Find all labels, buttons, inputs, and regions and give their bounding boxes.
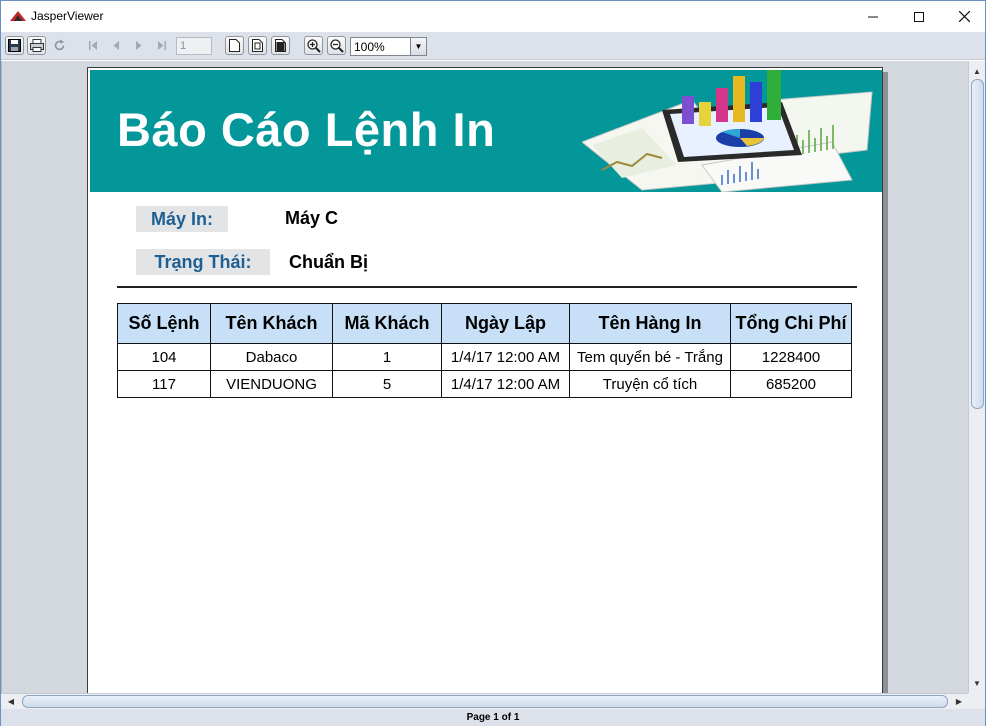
section-divider xyxy=(117,286,857,288)
maximize-icon xyxy=(914,11,924,22)
column-header: Mã Khách xyxy=(332,303,442,344)
scroll-up-icon[interactable]: ▲ xyxy=(969,63,985,79)
scroll-corner xyxy=(968,693,985,709)
page-number-input[interactable]: 1 xyxy=(176,37,212,55)
minimize-button[interactable] xyxy=(850,1,896,32)
window-title: JasperViewer xyxy=(31,9,104,23)
scroll-down-icon[interactable]: ▼ xyxy=(969,675,985,691)
horizontal-scroll-thumb[interactable] xyxy=(22,695,948,708)
print-button[interactable] xyxy=(27,36,46,55)
fit-page-button[interactable] xyxy=(248,36,267,55)
zoom-value: 100% xyxy=(354,40,385,54)
minimize-icon xyxy=(868,16,878,17)
close-button[interactable] xyxy=(941,1,986,32)
table-cell: Truyện cổ tích xyxy=(569,370,731,398)
page-status: Page 1 of 1 xyxy=(466,712,520,723)
charts-illustration xyxy=(582,70,873,192)
column-header: Tên Hàng In xyxy=(569,303,731,344)
page-icon xyxy=(229,39,240,52)
fit-page-icon xyxy=(251,39,263,52)
table-cell: Tem quyển bé - Trắng xyxy=(569,343,731,371)
first-page-icon xyxy=(89,41,97,50)
table-cell: 5 xyxy=(332,370,442,398)
save-icon xyxy=(8,39,21,52)
status-label: Trạng Thái: xyxy=(136,249,270,275)
table-cell: 1/4/17 12:00 AM xyxy=(441,343,570,371)
column-header: Ngày Lập xyxy=(441,303,570,344)
table-row: 104 Dabaco 1 1/4/17 12:00 AM Tem quyển b… xyxy=(117,343,852,371)
printer-icon xyxy=(29,39,44,52)
column-header: Tên Khách xyxy=(210,303,333,344)
report-page: Báo Cáo Lệnh In Máy In: Máy C Trạng Thái… xyxy=(87,67,883,693)
printer-value: Máy C xyxy=(285,208,339,228)
orders-table: Số Lệnh Tên Khách Mã Khách Ngày Lập Tên … xyxy=(117,303,852,398)
reload-button[interactable] xyxy=(50,36,69,55)
column-header: Tổng Chi Phí xyxy=(730,303,852,344)
close-icon xyxy=(958,11,970,22)
fit-width-button[interactable] xyxy=(271,36,290,55)
viewer-toolbar: 1 100% ▼ xyxy=(1,32,985,60)
table-row: 117 VIENDUONG 5 1/4/17 12:00 AM Truyện c… xyxy=(117,370,852,398)
table-cell: 1228400 xyxy=(730,343,852,371)
next-page-button[interactable] xyxy=(129,36,148,55)
table-cell: Dabaco xyxy=(210,343,333,371)
last-page-button[interactable] xyxy=(152,36,171,55)
report-viewport[interactable]: Báo Cáo Lệnh In Máy In: Máy C Trạng Thái… xyxy=(1,61,969,693)
actual-size-button[interactable] xyxy=(225,36,244,55)
horizontal-scrollbar[interactable]: ◀ ▶ xyxy=(1,693,985,709)
previous-page-button[interactable] xyxy=(107,36,126,55)
table-cell: 1/4/17 12:00 AM xyxy=(441,370,570,398)
report-title: Báo Cáo Lệnh In xyxy=(117,103,496,156)
title-bar: JasperViewer xyxy=(1,1,985,32)
table-cell: VIENDUONG xyxy=(210,370,333,398)
previous-page-icon xyxy=(113,41,119,50)
jasper-logo-icon xyxy=(10,11,26,21)
chevron-down-icon[interactable]: ▼ xyxy=(410,38,426,55)
zoom-out-icon xyxy=(329,38,344,53)
maximize-button[interactable] xyxy=(896,1,942,32)
save-button[interactable] xyxy=(5,36,24,55)
zoom-in-icon xyxy=(306,38,321,53)
status-value: Chuẩn Bị xyxy=(289,252,368,272)
report-banner: Báo Cáo Lệnh In xyxy=(90,70,882,192)
scroll-right-icon[interactable]: ▶ xyxy=(951,694,967,709)
zoom-in-button[interactable] xyxy=(304,36,323,55)
status-bar: Page 1 of 1 xyxy=(1,709,985,726)
table-cell: 685200 xyxy=(730,370,852,398)
table-cell: 117 xyxy=(117,370,211,398)
next-page-icon xyxy=(136,41,142,50)
fit-width-icon xyxy=(274,39,286,52)
last-page-icon xyxy=(158,41,166,50)
column-header: Số Lệnh xyxy=(117,303,211,344)
refresh-icon xyxy=(54,39,65,51)
vertical-scroll-thumb[interactable] xyxy=(971,79,984,409)
table-cell: 1 xyxy=(332,343,442,371)
scroll-left-icon[interactable]: ◀ xyxy=(3,694,19,709)
first-page-button[interactable] xyxy=(84,36,103,55)
zoom-select[interactable]: 100% ▼ xyxy=(350,37,427,56)
zoom-out-button[interactable] xyxy=(327,36,346,55)
jasper-viewer-window: JasperViewer 1 100% ▼ Báo Cáo Lệnh In Má… xyxy=(0,0,986,726)
printer-label: Máy In: xyxy=(136,206,228,232)
vertical-scrollbar[interactable]: ▲ ▼ xyxy=(968,61,985,693)
table-header-row: Số Lệnh Tên Khách Mã Khách Ngày Lập Tên … xyxy=(117,303,852,344)
table-cell: 104 xyxy=(117,343,211,371)
